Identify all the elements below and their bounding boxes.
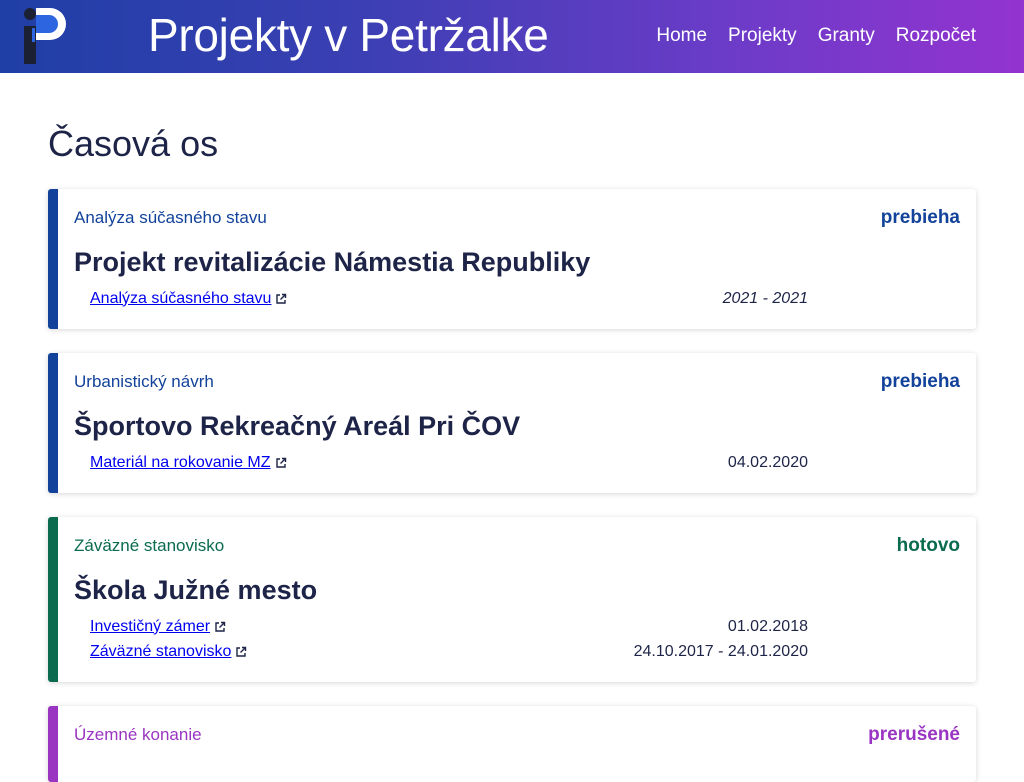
site-logo-icon[interactable] <box>22 6 68 66</box>
status-badge: prerušené <box>868 724 960 745</box>
card-title[interactable]: Škola Južné mesto <box>74 575 960 606</box>
nav-rozpocet[interactable]: Rozpočet <box>896 25 976 47</box>
nav-granty[interactable]: Granty <box>818 25 875 47</box>
page-title: Časová os <box>48 123 219 164</box>
external-link-icon <box>275 457 286 468</box>
status-badge: prebieha <box>880 371 960 392</box>
external-link-icon <box>236 646 247 657</box>
document-date: 24.10.2017 - 24.01.2020 <box>633 642 808 660</box>
document-date: 01.02.2018 <box>727 617 808 635</box>
document-link[interactable]: Investičný zámer <box>90 618 226 636</box>
external-link-icon <box>215 621 226 632</box>
card-phase: Urbanistický návrh <box>74 372 214 391</box>
document-name: Analýza súčasného stavu <box>90 289 272 307</box>
timeline-card: Analýza súčasného stavu prebieha Projekt… <box>48 189 976 329</box>
document-row: Materiál na rokovanie MZ 04.02.2020 <box>90 450 808 475</box>
card-title[interactable]: Športovo Rekreačný Areál Pri ČOV <box>74 411 960 442</box>
document-row: Záväzné stanovisko 24.10.2017 - 24.01.20… <box>90 639 808 664</box>
document-link[interactable]: Analýza súčasného stavu <box>90 290 287 308</box>
document-name: Záväzné stanovisko <box>90 642 232 660</box>
timeline-card: Urbanistický návrh prebieha Športovo Rek… <box>48 353 976 493</box>
timeline-card: Záväzné stanovisko hotovo Škola Južné me… <box>48 517 976 682</box>
card-phase: Záväzné stanovisko <box>74 536 225 555</box>
document-date: 04.02.2020 <box>727 453 808 471</box>
timeline-card: Územné konanie prerušené <box>48 706 976 782</box>
document-link[interactable]: Záväzné stanovisko <box>90 643 247 661</box>
document-date: 2021 - 2021 <box>722 289 808 307</box>
document-name: Investičný zámer <box>90 617 211 635</box>
status-badge: hotovo <box>896 535 960 556</box>
site-title[interactable]: Projekty v Petržalke <box>148 8 549 62</box>
document-link[interactable]: Materiál na rokovanie MZ <box>90 454 287 472</box>
card-title[interactable]: Projekt revitalizácie Námestia Republiky <box>74 247 960 278</box>
card-phase: Analýza súčasného stavu <box>74 208 267 227</box>
status-badge: prebieha <box>880 207 960 228</box>
main-content: Časová os Analýza súčasného stavu prebie… <box>0 123 1024 782</box>
document-row: Investičný zámer 01.02.2018 <box>90 614 808 639</box>
nav-home[interactable]: Home <box>656 25 707 47</box>
document-row: Analýza súčasného stavu 2021 - 2021 <box>90 286 808 311</box>
card-phase: Územné konanie <box>74 725 202 744</box>
external-link-icon <box>276 293 287 304</box>
nav-projekty[interactable]: Projekty <box>728 25 797 47</box>
main-nav: Home Projekty Granty Rozpočet <box>656 25 976 47</box>
site-header: Projekty v Petržalke Home Projekty Grant… <box>0 0 1024 73</box>
document-name: Materiál na rokovanie MZ <box>90 453 271 471</box>
